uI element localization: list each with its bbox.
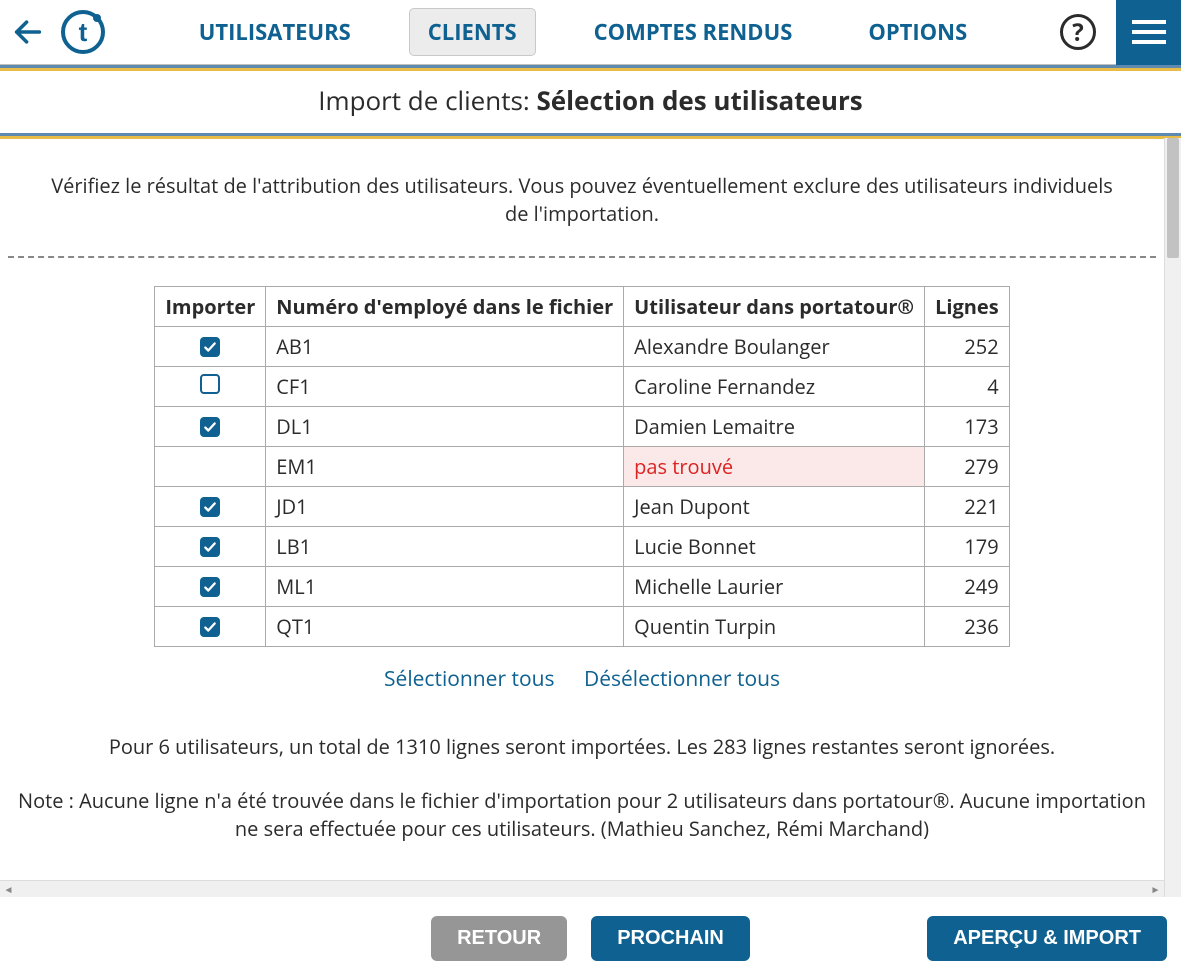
cell-employee: AB1 (266, 327, 624, 367)
cell-user: Michelle Laurier (624, 567, 925, 607)
cell-employee: CF1 (266, 367, 624, 407)
cell-import (155, 447, 266, 487)
main-nav: UTILISATEURS CLIENTS COMPTES RENDUS OPTIONS (106, 8, 1060, 56)
cell-lines: 236 (925, 607, 1010, 647)
table-row: ML1Michelle Laurier249 (155, 567, 1009, 607)
cell-user: pas trouvé (624, 447, 925, 487)
separator (8, 256, 1156, 258)
import-checkbox[interactable] (200, 617, 220, 637)
table-row: CF1Caroline Fernandez4 (155, 367, 1009, 407)
content-pane: Vérifiez le résultat de l'attribution de… (0, 138, 1164, 897)
cell-lines: 173 (925, 407, 1010, 447)
import-checkbox[interactable] (200, 577, 220, 597)
table-row: AB1Alexandre Boulanger252 (155, 327, 1009, 367)
page-title-prefix: Import de clients: (318, 82, 536, 118)
menu-button[interactable] (1116, 0, 1181, 65)
back-button[interactable] (0, 0, 55, 65)
summary-text: Pour 6 utilisateurs, un total de 1310 li… (20, 733, 1144, 761)
top-bar: t UTILISATEURS CLIENTS COMPTES RENDUS OPTIO… (0, 0, 1181, 65)
cell-employee: LB1 (266, 527, 624, 567)
table-row: DL1Damien Lemaitre173 (155, 407, 1009, 447)
select-all-link[interactable]: Sélectionner tous (384, 665, 554, 693)
th-lines: Lignes (925, 287, 1010, 327)
cell-lines: 179 (925, 527, 1010, 567)
table-row: JD1Jean Dupont221 (155, 487, 1009, 527)
table-row: LB1Lucie Bonnet179 (155, 527, 1009, 567)
page-title: Sélection des utilisateurs (536, 82, 862, 118)
back-step-button[interactable]: RETOUR (431, 916, 567, 961)
cell-user: Caroline Fernandez (624, 367, 925, 407)
vertical-scrollbar[interactable] (1164, 138, 1181, 897)
cell-lines: 252 (925, 327, 1010, 367)
scroll-left-icon: ◄ (0, 881, 17, 898)
table-row: QT1Quentin Turpin236 (155, 607, 1009, 647)
cell-user: Alexandre Boulanger (624, 327, 925, 367)
cell-lines: 279 (925, 447, 1010, 487)
deselect-all-link[interactable]: Désélectionner tous (584, 665, 780, 693)
help-icon: ? (1072, 16, 1083, 49)
cell-lines: 249 (925, 567, 1010, 607)
scrollbar-thumb[interactable] (1167, 138, 1179, 258)
nav-item-utilisateurs[interactable]: UTILISATEURS (181, 9, 369, 55)
scroll-right-icon: ► (1147, 881, 1164, 898)
intro-text: Vérifiez le résultat de l'attribution de… (40, 172, 1124, 228)
cell-user: Quentin Turpin (624, 607, 925, 647)
user-assignment-table: Importer Numéro d'employé dans le fichie… (154, 286, 1009, 647)
import-checkbox[interactable] (200, 374, 220, 394)
cell-import (155, 607, 266, 647)
table-row: EM1pas trouvé279 (155, 447, 1009, 487)
cell-import (155, 327, 266, 367)
preview-import-button[interactable]: APERÇU & IMPORT (927, 916, 1167, 961)
import-checkbox[interactable] (200, 417, 220, 437)
nav-item-options[interactable]: OPTIONS (850, 9, 985, 55)
help-button[interactable]: ? (1060, 14, 1096, 50)
svg-text:t: t (79, 17, 88, 47)
cell-employee: DL1 (266, 407, 624, 447)
cell-import (155, 487, 266, 527)
arrow-left-icon (11, 15, 45, 49)
th-import: Importer (155, 287, 266, 327)
page-title-strip: Import de clients: Sélection des utilisa… (0, 65, 1181, 139)
cell-import (155, 527, 266, 567)
cell-lines: 4 (925, 367, 1010, 407)
cell-user: Jean Dupont (624, 487, 925, 527)
import-checkbox[interactable] (200, 537, 220, 557)
cell-employee: EM1 (266, 447, 624, 487)
next-step-button[interactable]: PROCHAIN (591, 916, 750, 961)
th-employee: Numéro d'employé dans le fichier (266, 287, 624, 327)
horizontal-scrollbar[interactable]: ◄► (0, 880, 1164, 897)
footer-bar: RETOUR PROCHAIN APERÇU & IMPORT (0, 897, 1181, 979)
cell-import (155, 367, 266, 407)
cell-employee: ML1 (266, 567, 624, 607)
cell-lines: 221 (925, 487, 1010, 527)
note-text: Note : Aucune ligne n'a été trouvée dans… (18, 787, 1146, 843)
cell-user: Damien Lemaitre (624, 407, 925, 447)
nav-item-clients[interactable]: CLIENTS (409, 8, 536, 56)
cell-import (155, 567, 266, 607)
import-checkbox[interactable] (200, 497, 220, 517)
select-links: Sélectionner tous Désélectionner tous (0, 665, 1164, 693)
import-checkbox[interactable] (200, 337, 220, 357)
cell-employee: JD1 (266, 487, 624, 527)
cell-user: Lucie Bonnet (624, 527, 925, 567)
cell-import (155, 407, 266, 447)
cell-employee: QT1 (266, 607, 624, 647)
th-user: Utilisateur dans portatour® (624, 287, 925, 327)
nav-item-comptes-rendus[interactable]: COMPTES RENDUS (576, 9, 811, 55)
hamburger-icon (1132, 18, 1166, 46)
app-logo: t (60, 9, 106, 55)
